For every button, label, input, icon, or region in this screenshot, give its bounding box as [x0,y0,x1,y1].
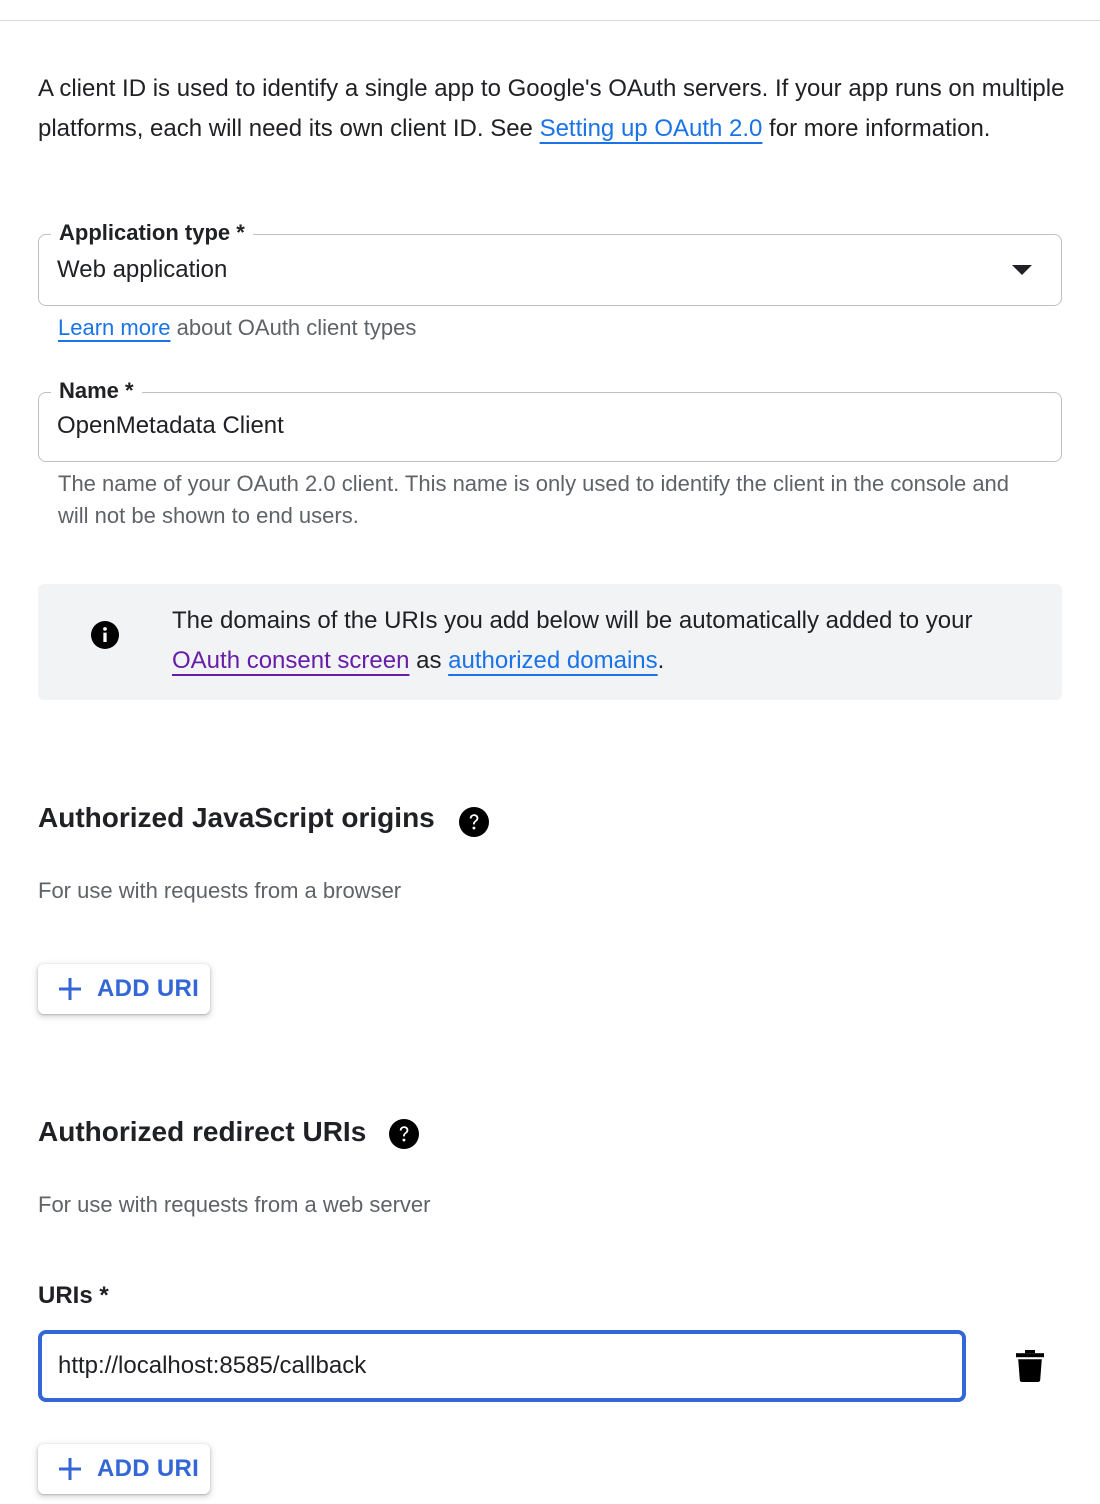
info-text-after: . [657,647,665,674]
js-origins-add-uri-label: ADD URI [97,975,200,1002]
oauth-consent-screen-link[interactable]: OAuth consent screen [172,647,409,674]
learn-more-link[interactable]: Learn more [58,315,171,340]
name-field-hint: The name of your OAuth 2.0 client. This … [58,471,1010,528]
top-divider [0,20,1100,21]
setting-up-oauth-link[interactable]: Setting up OAuth 2.0 [540,115,763,142]
authorized-domains-link[interactable]: authorized domains [448,647,657,674]
intro-text-after: for more information. [762,115,991,142]
application-type-value: Web application [57,256,228,283]
info-text-before: The domains of the URIs you add below wi… [172,607,973,634]
redirect-uris-add-uri-label: ADD URI [97,1455,200,1482]
info-icon [91,621,119,649]
info-banner-text: The domains of the URIs you add below wi… [172,601,1032,681]
js-origins-add-uri-button[interactable]: ADD URI [38,964,210,1014]
redirect-uris-title: Authorized redirect URIs [38,1116,367,1147]
plus-icon [59,1458,81,1480]
application-type-hint: Learn more about OAuth client types [58,312,416,344]
application-type-label: Application type * [51,218,253,248]
js-origins-title: Authorized JavaScript origins [38,802,435,833]
application-type-hint-text: about OAuth client types [170,315,417,340]
redirect-uri-input[interactable] [38,1330,966,1402]
name-field-label: Name * [51,376,142,406]
caret-down-icon[interactable] [1012,265,1032,275]
name-field-value[interactable]: OpenMetadata Client [57,412,284,440]
js-origins-help-icon[interactable] [459,807,489,837]
js-origins-subtitle: For use with requests from a browser [38,878,402,903]
redirect-uris-help-icon[interactable] [389,1119,419,1149]
name-field[interactable]: Name * OpenMetadata Client [38,376,1062,462]
uris-label: URIs * [38,1282,109,1309]
info-text-middle: as [409,647,449,674]
redirect-uris-subtitle: For use with requests from a web server [38,1192,431,1217]
redirect-uris-add-uri-button[interactable]: ADD URI [38,1444,210,1494]
intro-paragraph: A client ID is used to identify a single… [38,69,1068,149]
application-type-select[interactable]: Application type * Web application [38,218,1062,306]
info-banner: The domains of the URIs you add below wi… [38,584,1062,700]
trash-icon[interactable] [1015,1350,1045,1382]
plus-icon [59,978,81,1000]
